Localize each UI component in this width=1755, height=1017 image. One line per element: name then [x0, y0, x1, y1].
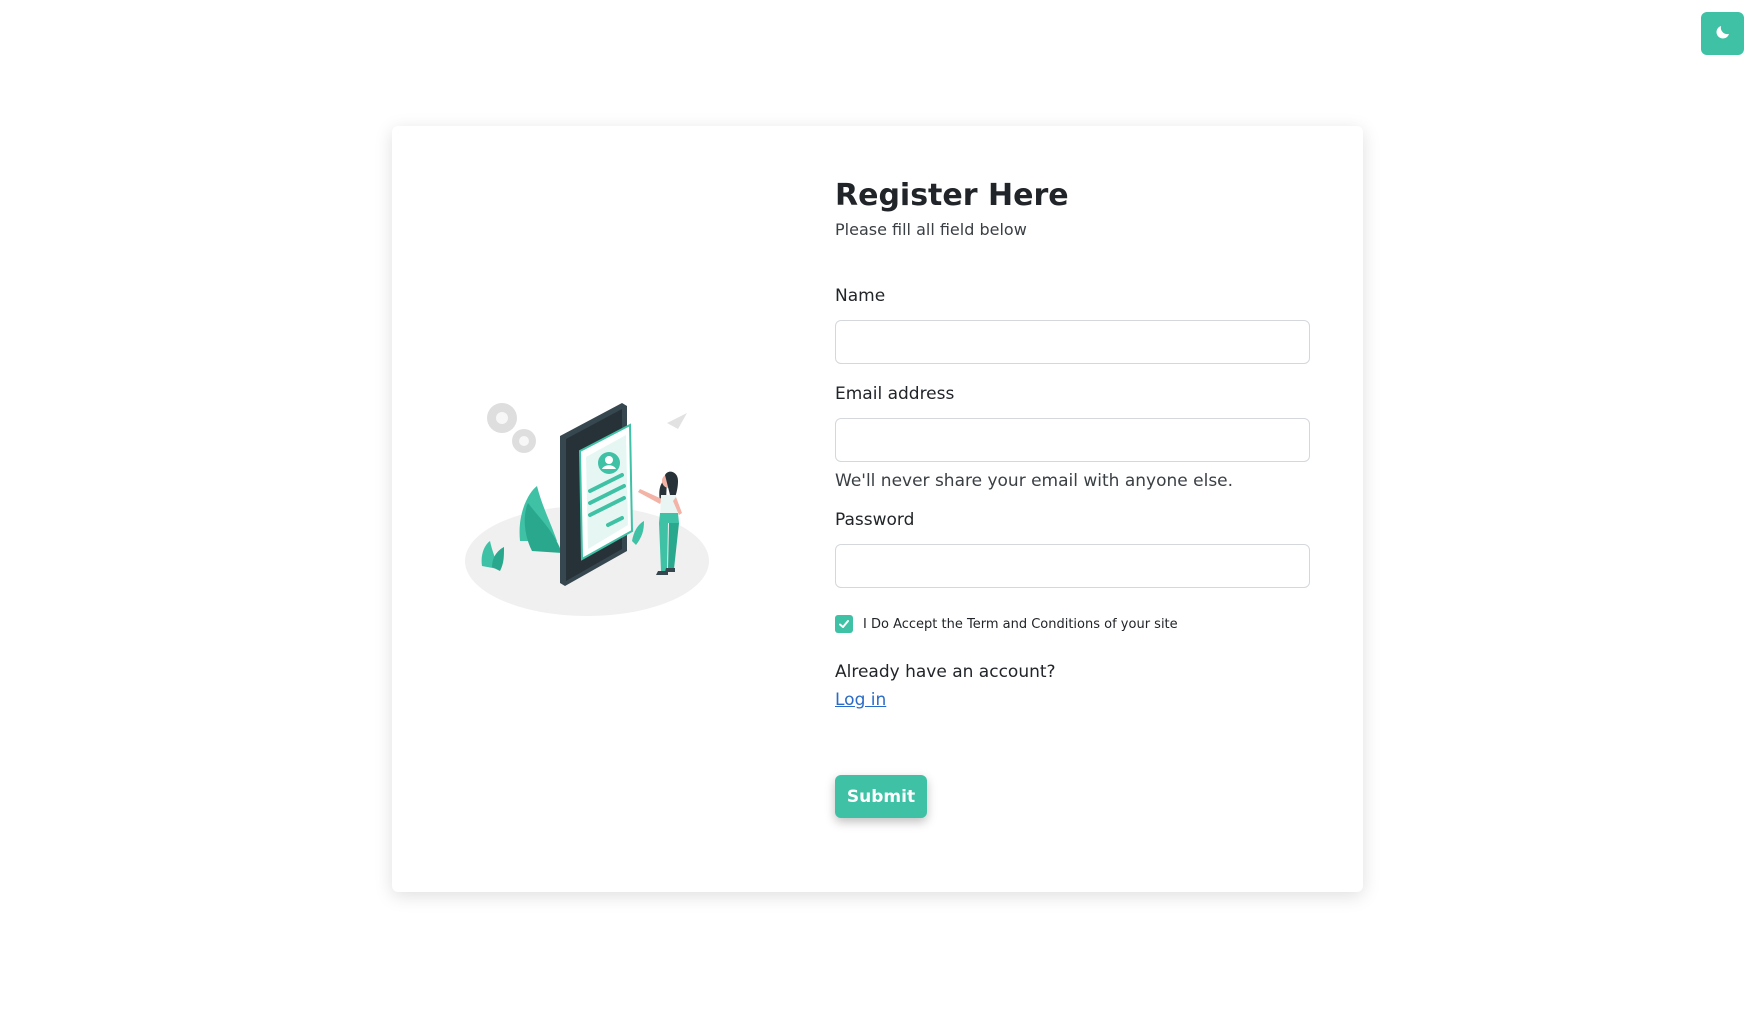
password-input[interactable]	[835, 544, 1310, 588]
terms-label: I Do Accept the Term and Conditions of y…	[863, 616, 1178, 632]
moon-icon	[1714, 23, 1732, 45]
email-help-text: We'll never share your email with anyone…	[835, 471, 1234, 491]
register-form: Register Here Please fill all field belo…	[835, 178, 1310, 818]
terms-row: I Do Accept the Term and Conditions of y…	[835, 615, 1178, 633]
theme-toggle-button[interactable]	[1701, 12, 1744, 55]
login-link[interactable]: Log in	[835, 690, 886, 710]
page-subtitle: Please fill all field below	[835, 220, 1027, 239]
name-label: Name	[835, 286, 886, 306]
email-input[interactable]	[835, 418, 1310, 462]
name-input[interactable]	[835, 320, 1310, 364]
terms-checkbox[interactable]	[835, 615, 853, 633]
check-icon	[838, 615, 850, 634]
submit-button[interactable]: Submit	[835, 775, 927, 818]
register-card: Register Here Please fill all field belo…	[392, 126, 1363, 892]
registration-illustration	[462, 391, 722, 626]
account-prompt: Already have an account?	[835, 662, 1056, 682]
password-label: Password	[835, 510, 915, 530]
page-title: Register Here	[835, 178, 1069, 213]
email-label: Email address	[835, 384, 955, 404]
